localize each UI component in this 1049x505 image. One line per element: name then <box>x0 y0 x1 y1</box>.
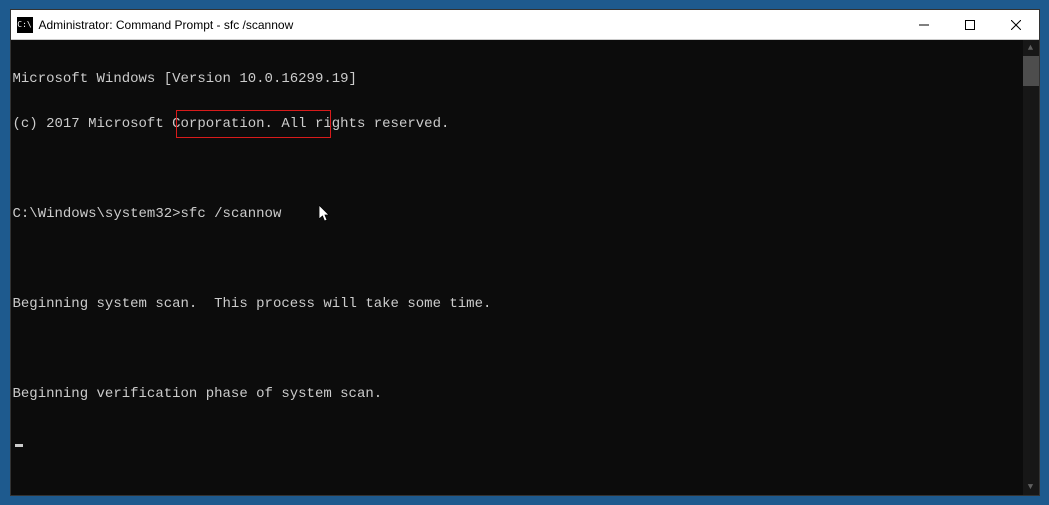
close-button[interactable] <box>993 10 1039 39</box>
titlebar-controls <box>901 10 1039 39</box>
terminal-output-line: Beginning verification phase of system s… <box>13 387 1037 402</box>
vertical-scrollbar[interactable]: ▲ ▼ <box>1023 40 1039 495</box>
terminal-blank-line <box>13 342 1037 357</box>
terminal-output-line: (c) 2017 Microsoft Corporation. All righ… <box>13 117 1037 132</box>
terminal-output-line: Microsoft Windows [Version 10.0.16299.19… <box>13 72 1037 87</box>
terminal-blank-line <box>13 162 1037 177</box>
terminal-blank-line <box>13 252 1037 267</box>
maximize-icon <box>965 20 975 30</box>
minimize-button[interactable] <box>901 10 947 39</box>
terminal-output-line: Beginning system scan. This process will… <box>13 297 1037 312</box>
titlebar[interactable]: C:\ Administrator: Command Prompt - sfc … <box>11 10 1039 40</box>
window-title: Administrator: Command Prompt - sfc /sca… <box>39 18 901 32</box>
prompt-path: C:\Windows\system32> <box>13 206 181 222</box>
terminal-area[interactable]: Microsoft Windows [Version 10.0.16299.19… <box>11 40 1039 495</box>
scroll-down-arrow-icon[interactable]: ▼ <box>1023 479 1039 495</box>
cmd-icon: C:\ <box>17 17 33 33</box>
terminal-prompt-line: C:\Windows\system32>sfc /scannow <box>13 207 1037 222</box>
terminal-cursor-line <box>13 432 1037 447</box>
scroll-up-arrow-icon[interactable]: ▲ <box>1023 40 1039 56</box>
typed-command: sfc /scannow <box>181 206 282 222</box>
text-cursor <box>15 444 23 447</box>
maximize-button[interactable] <box>947 10 993 39</box>
minimize-icon <box>919 20 929 30</box>
command-prompt-window: C:\ Administrator: Command Prompt - sfc … <box>10 9 1040 496</box>
scrollbar-thumb[interactable] <box>1023 56 1039 86</box>
close-icon <box>1011 20 1021 30</box>
